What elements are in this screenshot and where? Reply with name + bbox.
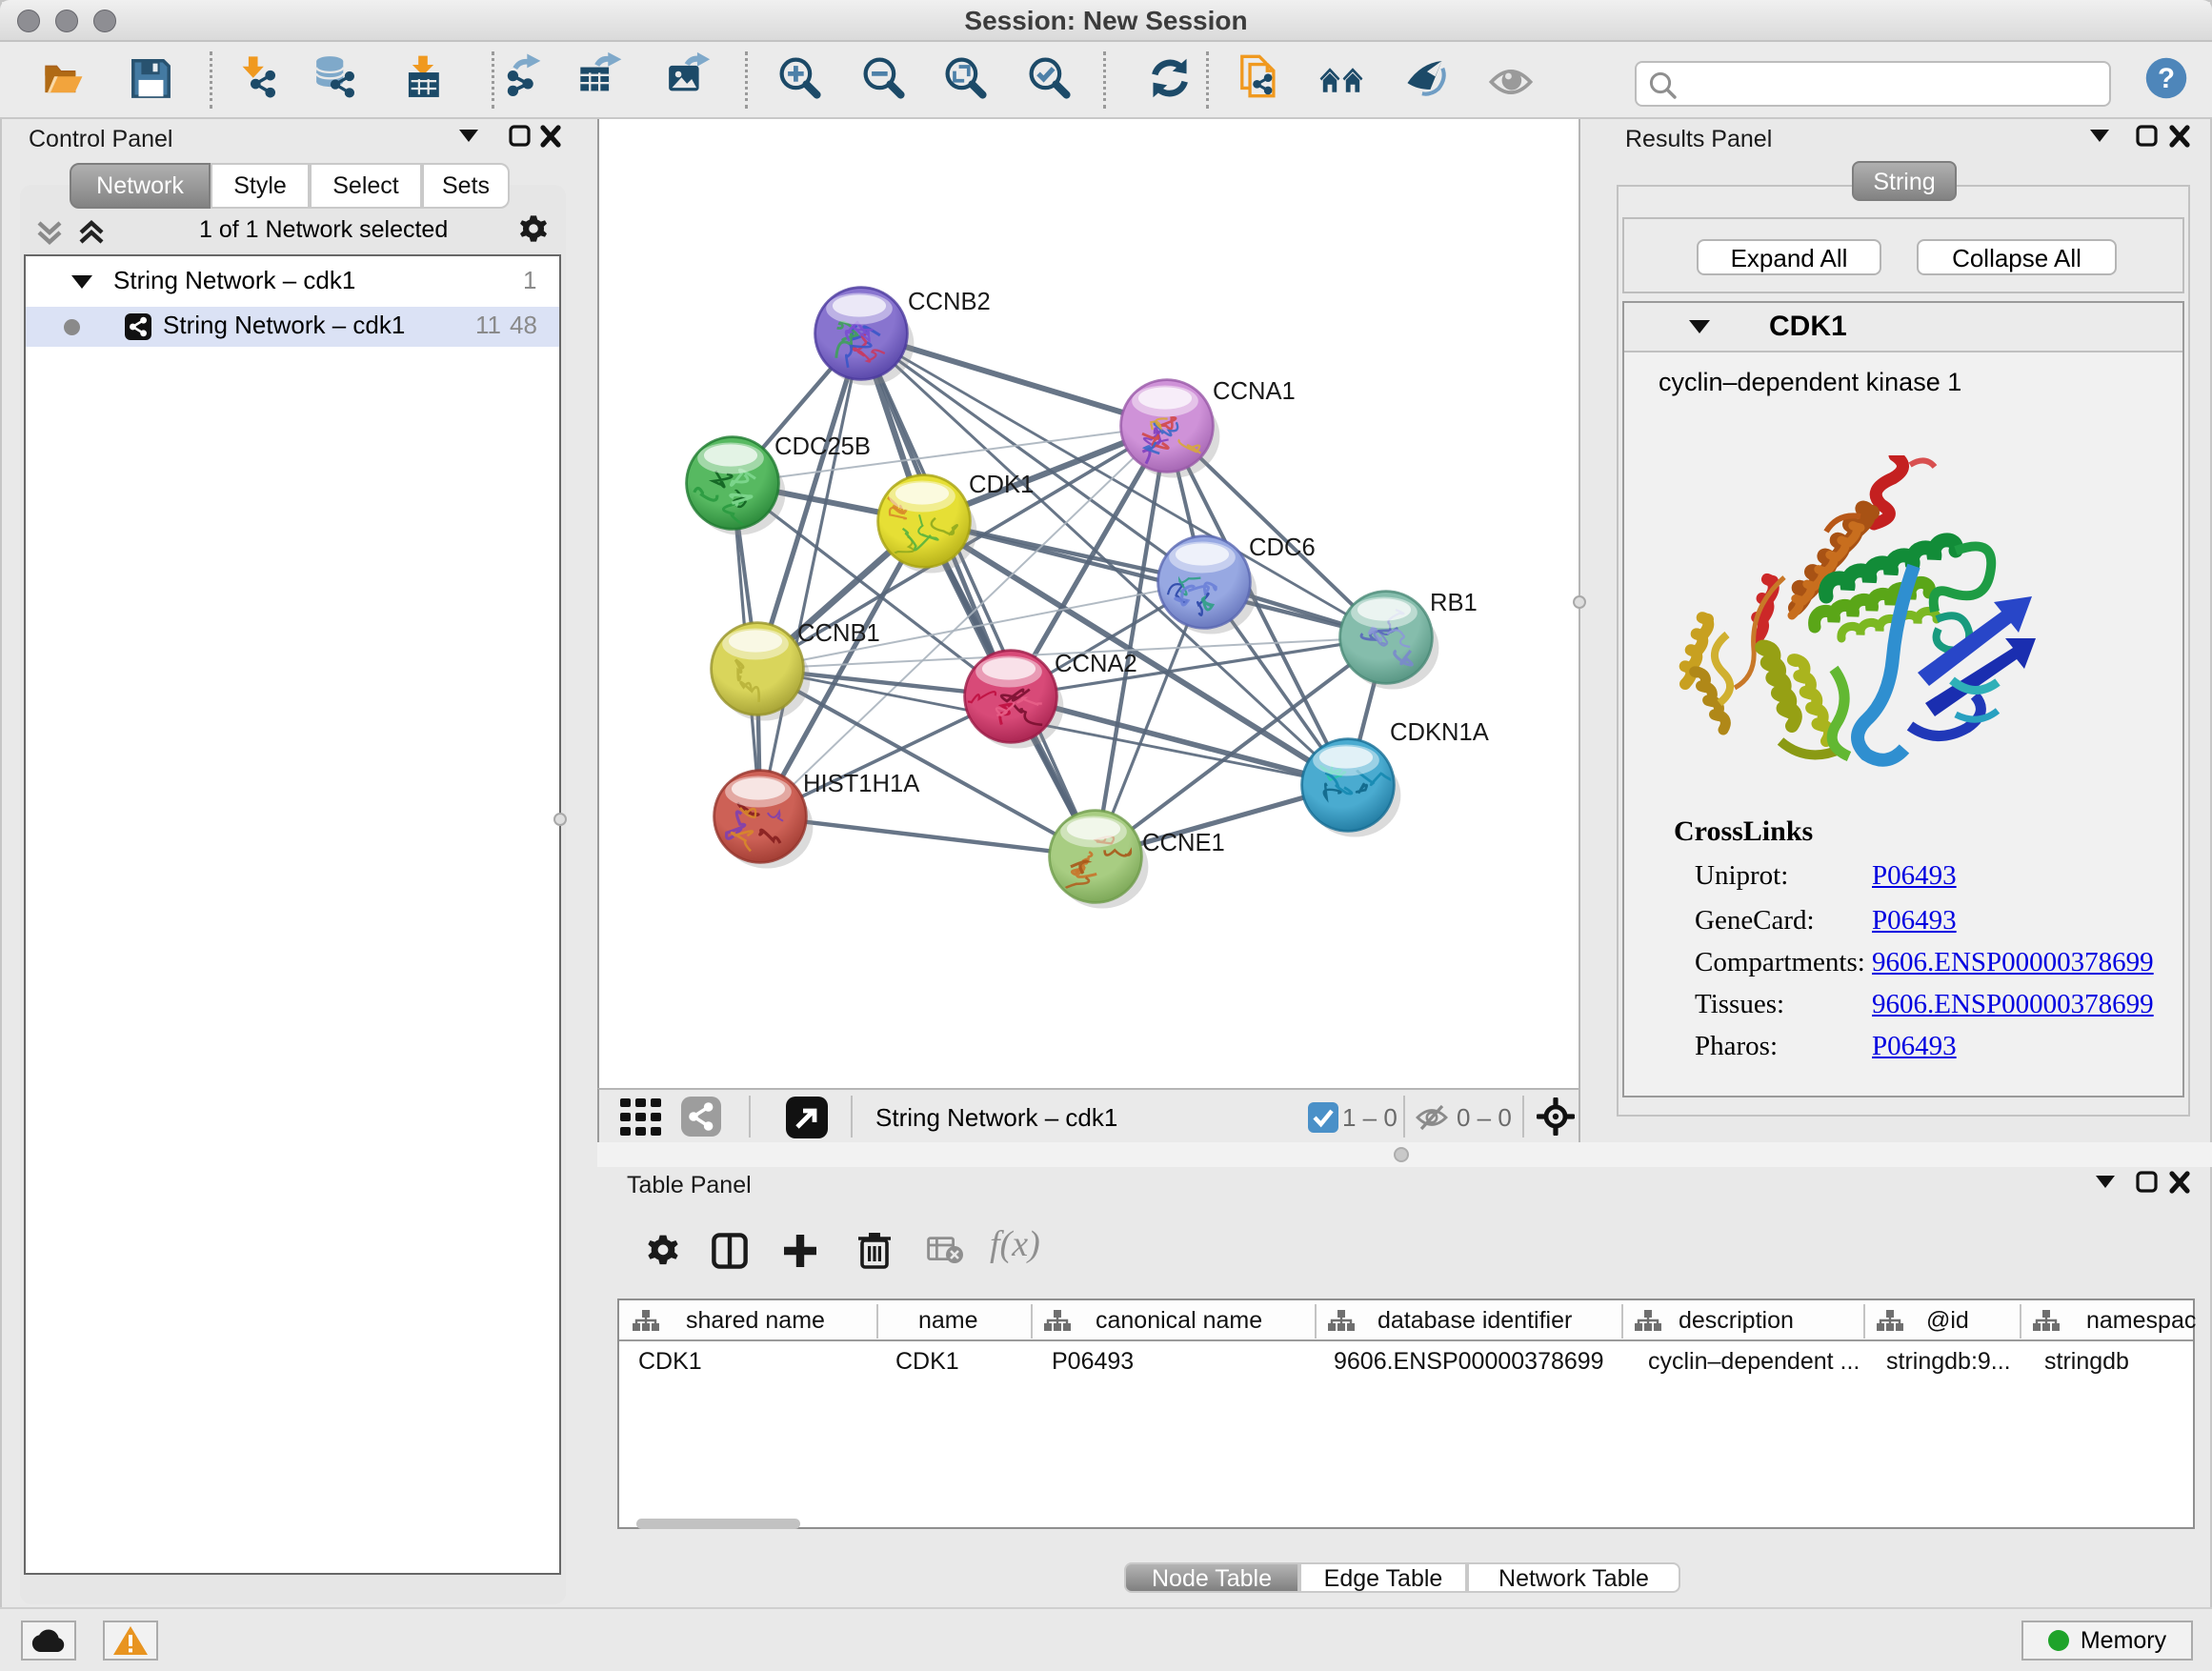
svg-text:CCNA1: CCNA1 (1213, 378, 1296, 405)
svg-text:CDC25B: CDC25B (774, 433, 871, 460)
svg-text:CCNE1: CCNE1 (1142, 830, 1225, 856)
svg-text:CCNB1: CCNB1 (797, 620, 880, 647)
svg-text:CCNA2: CCNA2 (1055, 651, 1137, 677)
svg-text:CCNB2: CCNB2 (908, 289, 991, 315)
svg-text:RB1: RB1 (1430, 590, 1478, 616)
svg-text:HIST1H1A: HIST1H1A (803, 771, 920, 797)
svg-text:CDKN1A: CDKN1A (1390, 719, 1490, 746)
svg-text:?: ? (2158, 63, 2175, 94)
svg-text:CDC6: CDC6 (1249, 534, 1316, 561)
svg-text:CDK1: CDK1 (969, 472, 1034, 498)
